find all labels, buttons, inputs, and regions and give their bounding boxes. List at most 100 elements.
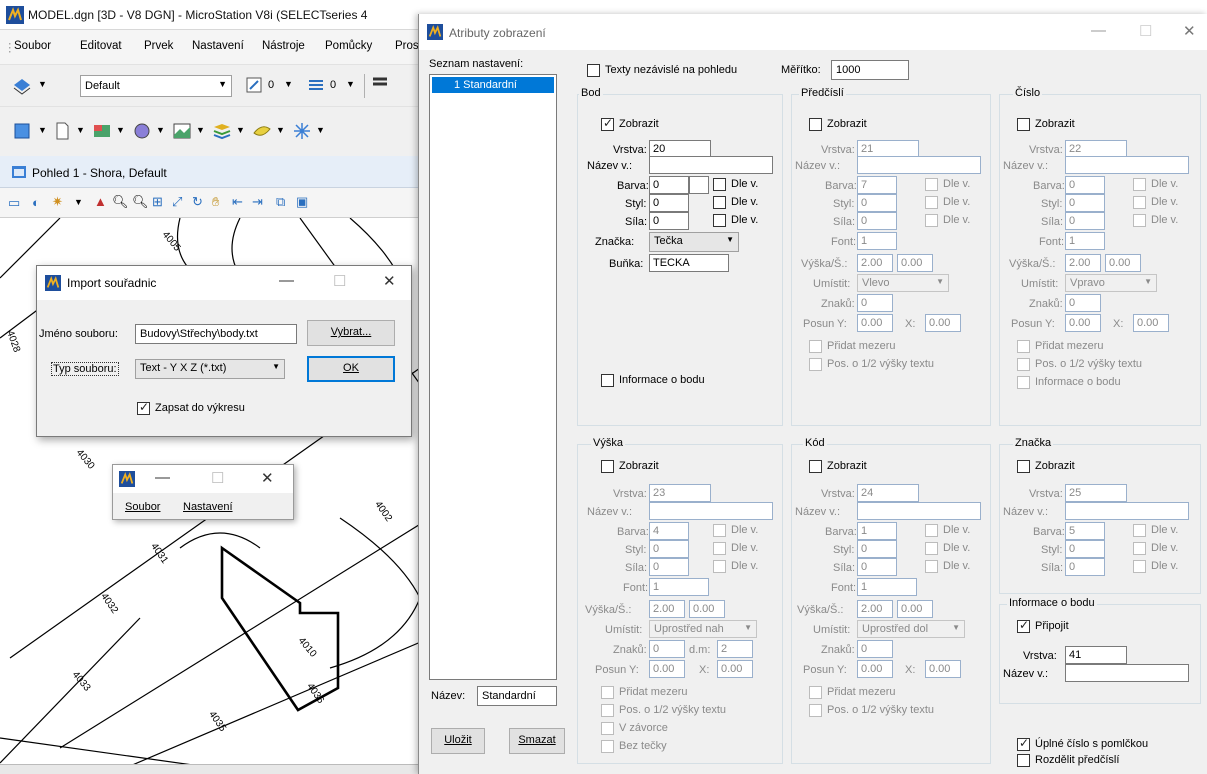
vyska-font-input[interactable]: 1: [649, 578, 709, 596]
chevron-down-icon[interactable]: ▼: [346, 79, 355, 89]
cislo-offset-x-input[interactable]: 0.00: [1133, 314, 1169, 332]
predcisli-style-input[interactable]: 0: [857, 194, 897, 212]
predcisli-weight-input[interactable]: 0: [857, 212, 897, 230]
vyska-weight-input[interactable]: 0: [649, 558, 689, 576]
menu-soubor[interactable]: Soubor: [14, 40, 51, 52]
kod-color-input[interactable]: 1: [857, 522, 897, 540]
clip-volume-icon[interactable]: ▣: [296, 194, 308, 210]
ok-button[interactable]: OK: [307, 356, 395, 382]
zoom-in-icon[interactable]: 🔍︎: [112, 194, 129, 210]
kod-font-input[interactable]: 1: [857, 578, 917, 596]
vyska-color-input[interactable]: 4: [649, 522, 689, 540]
chevron-down-icon[interactable]: ▼: [236, 125, 245, 135]
kod-width-input[interactable]: 0.00: [897, 600, 933, 618]
raster-icon[interactable]: [92, 121, 112, 141]
active-level-icon[interactable]: [12, 75, 32, 95]
write-to-drawing-checkbox[interactable]: [137, 400, 150, 415]
info-level-name-input[interactable]: [1065, 664, 1189, 682]
cislo-color-input[interactable]: 0: [1065, 176, 1105, 194]
vyska-level-input[interactable]: 23: [649, 484, 711, 502]
cislo-style-input[interactable]: 0: [1065, 194, 1105, 212]
kod-offset-y-input[interactable]: 0.00: [857, 660, 893, 678]
menu-prvek[interactable]: Prvek: [144, 40, 173, 52]
bod-cell-input[interactable]: TECKA: [649, 254, 729, 272]
copy-view-icon[interactable]: ⧉: [276, 194, 285, 210]
znacka-color-input[interactable]: 5: [1065, 522, 1105, 540]
cislo-weight-bylevel-checkbox[interactable]: [1133, 214, 1146, 227]
bod-style-bylevel-checkbox[interactable]: [713, 196, 726, 209]
znacka-weight-bylevel-checkbox[interactable]: [1133, 560, 1146, 573]
minimize-icon[interactable]: —: [155, 469, 170, 486]
bod-weight-bylevel-checkbox[interactable]: [713, 214, 726, 227]
color-icon[interactable]: [244, 75, 264, 95]
globe-icon[interactable]: [132, 121, 152, 141]
vyska-offset-y-input[interactable]: 0.00: [649, 660, 685, 678]
znacka-style-bylevel-checkbox[interactable]: [1133, 542, 1146, 555]
kod-color-bylevel-checkbox[interactable]: [925, 524, 938, 537]
predcisli-level-name-input[interactable]: [857, 156, 981, 174]
chevron-down-icon[interactable]: ▼: [276, 125, 285, 135]
vyska-brackets-checkbox[interactable]: [601, 722, 614, 735]
chevron-down-icon[interactable]: ▼: [316, 125, 325, 135]
kod-show-checkbox[interactable]: [809, 460, 822, 473]
full-number-checkbox[interactable]: [1017, 736, 1030, 751]
cislo-offset-y-input[interactable]: 0.00: [1065, 314, 1101, 332]
update-view-icon[interactable]: ▲: [94, 194, 107, 209]
level-combo[interactable]: Default ▼: [80, 75, 232, 97]
document-icon[interactable]: [52, 121, 72, 141]
predcisli-weight-bylevel-checkbox[interactable]: [925, 214, 938, 227]
vyska-no-dot-checkbox[interactable]: [601, 740, 614, 753]
cube-icon[interactable]: [12, 121, 32, 141]
bod-show-checkbox[interactable]: [601, 116, 614, 131]
terrain-icon[interactable]: [172, 121, 192, 141]
cislo-weight-input[interactable]: 0: [1065, 212, 1105, 230]
kod-half-shift-checkbox[interactable]: [809, 704, 822, 717]
layers-icon[interactable]: [212, 121, 232, 141]
chevron-down-icon[interactable]: ▼: [284, 79, 293, 89]
window-area-icon[interactable]: ⊞: [152, 194, 163, 210]
chevron-down-icon[interactable]: ▼: [156, 125, 165, 135]
cislo-width-input[interactable]: 0.00: [1105, 254, 1141, 272]
menu-editovat[interactable]: Editovat: [80, 40, 122, 52]
vyska-style-bylevel-checkbox[interactable]: [713, 542, 726, 555]
predcisli-font-input[interactable]: 1: [857, 232, 897, 250]
znacka-style-input[interactable]: 0: [1065, 540, 1105, 558]
level-dropdown-arrow-icon[interactable]: ▼: [38, 79, 47, 89]
bod-marker-select[interactable]: Tečka ▼: [649, 232, 739, 252]
chevron-down-icon[interactable]: ▼: [74, 197, 83, 207]
kod-chars-input[interactable]: 0: [857, 640, 893, 658]
znacka-color-bylevel-checkbox[interactable]: [1133, 524, 1146, 537]
vyska-width-input[interactable]: 0.00: [689, 600, 725, 618]
fit-view-icon[interactable]: ⤢: [172, 194, 182, 210]
vyska-dm-input[interactable]: 2: [717, 640, 753, 658]
mini-menu-nastaveni[interactable]: Nastavení: [183, 501, 233, 513]
minimize-icon[interactable]: —: [1091, 22, 1106, 39]
bod-color-bylevel-checkbox[interactable]: [713, 178, 726, 191]
save-button[interactable]: Uložit: [431, 728, 485, 754]
vyska-weight-bylevel-checkbox[interactable]: [713, 560, 726, 573]
surface-icon[interactable]: [252, 121, 272, 141]
predcisli-color-bylevel-checkbox[interactable]: [925, 178, 938, 191]
predcisli-height-input[interactable]: 2.00: [857, 254, 893, 272]
vyska-style-input[interactable]: 0: [649, 540, 689, 558]
vyska-height-input[interactable]: 2.00: [649, 600, 685, 618]
line-style-icon[interactable]: [306, 75, 326, 95]
vyska-show-checkbox[interactable]: [601, 460, 614, 473]
line-weight-icon[interactable]: [370, 75, 390, 95]
browse-button[interactable]: Vybrat...: [307, 320, 395, 346]
predcisli-add-space-checkbox[interactable]: [809, 340, 822, 353]
menu-pomucky[interactable]: Pomůcky: [325, 40, 372, 52]
menu-pros[interactable]: Pros: [395, 40, 419, 52]
cislo-style-bylevel-checkbox[interactable]: [1133, 196, 1146, 209]
close-icon[interactable]: ✕: [261, 469, 274, 487]
list-item[interactable]: 1 Standardní: [432, 77, 554, 93]
znacka-weight-input[interactable]: 0: [1065, 558, 1105, 576]
predcisli-offset-x-input[interactable]: 0.00: [925, 314, 961, 332]
kod-style-input[interactable]: 0: [857, 540, 897, 558]
view-attributes-icon[interactable]: ▭: [8, 195, 20, 211]
vyska-color-bylevel-checkbox[interactable]: [713, 524, 726, 537]
cislo-half-shift-checkbox[interactable]: [1017, 358, 1030, 371]
kod-weight-bylevel-checkbox[interactable]: [925, 560, 938, 573]
predcisli-style-bylevel-checkbox[interactable]: [925, 196, 938, 209]
cislo-color-bylevel-checkbox[interactable]: [1133, 178, 1146, 191]
